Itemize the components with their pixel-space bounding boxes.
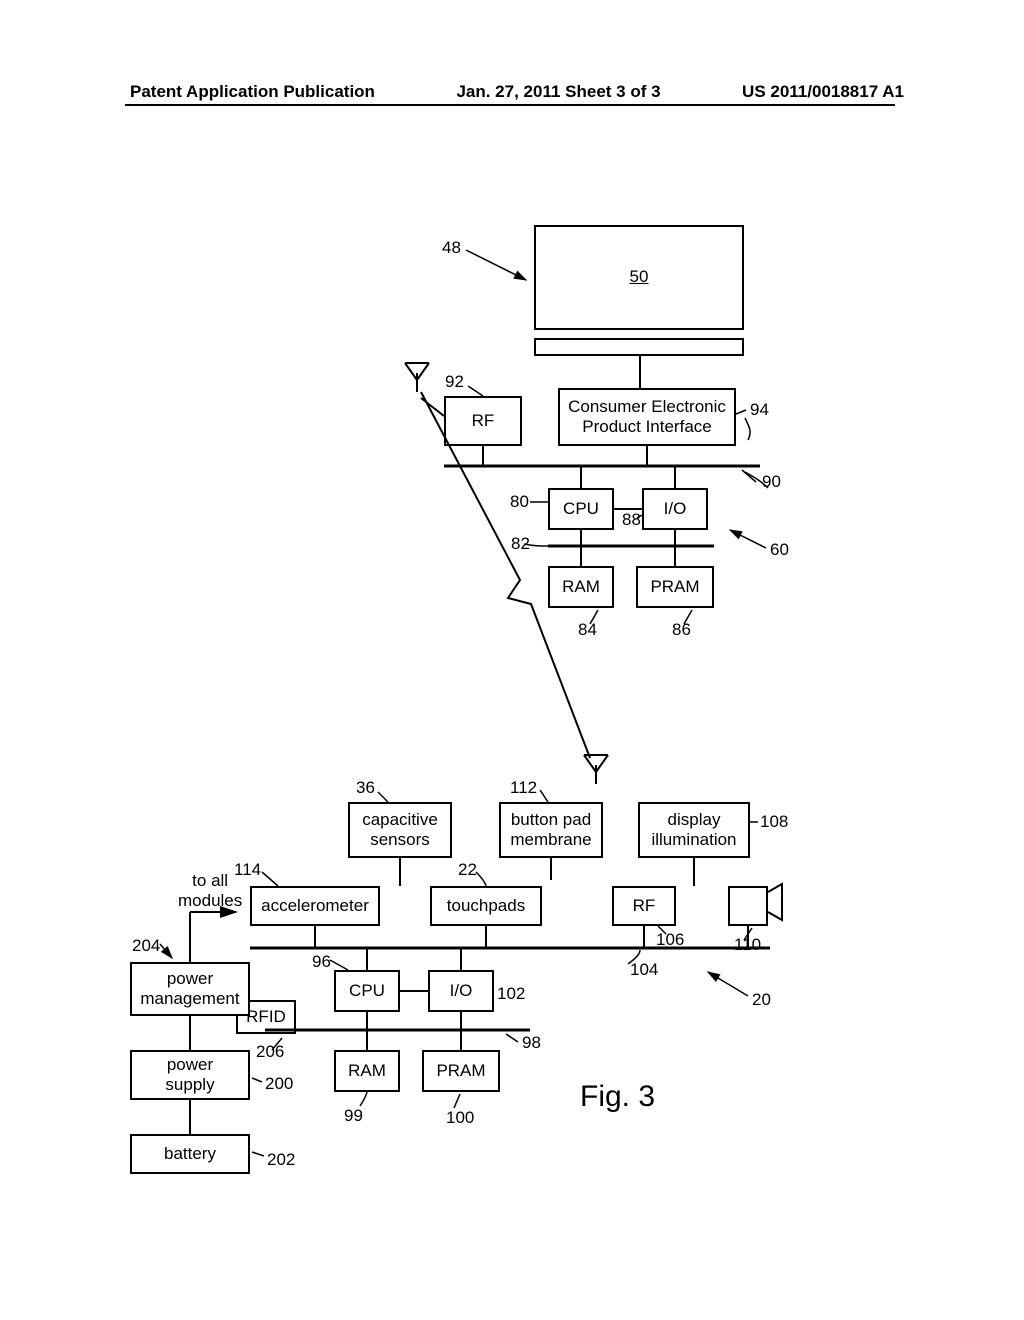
figure-label: Fig. 3 [580,1080,655,1114]
power-supply-label: power supply [165,1055,214,1096]
ram-upper-block: RAM [548,566,614,608]
speaker-icon [768,884,782,920]
ram-upper-label: RAM [562,577,600,597]
button-pad-membrane-block: button pad membrane [499,802,603,858]
io-upper-label: I/O [664,499,687,519]
ref-98: 98 [522,1033,541,1053]
pram-upper-label: PRAM [650,577,699,597]
ref-96: 96 [312,952,331,972]
ref-104: 104 [630,960,658,980]
ref-92: 92 [445,372,464,392]
ref-100: 100 [446,1108,474,1128]
cep-interface-block: Consumer Electronic Product Interface [558,388,736,446]
power-management-block: power management [130,962,250,1016]
ref-106: 106 [656,930,684,950]
display-slot [534,338,744,356]
ref-84: 84 [578,620,597,640]
cpu-upper-block: CPU [548,488,614,530]
rf-lower-block: RF [612,886,676,926]
cpu-upper-label: CPU [563,499,599,519]
io-upper-block: I/O [642,488,708,530]
pram-lower-label: PRAM [436,1061,485,1081]
header-right: US 2011/0018817 A1 [742,82,904,102]
ref-80: 80 [510,492,529,512]
ram-lower-label: RAM [348,1061,386,1081]
ref-86: 86 [672,620,691,640]
display-ref-50: 50 [630,267,649,287]
ram-lower-block: RAM [334,1050,400,1092]
ref-94: 94 [750,400,769,420]
pram-lower-block: PRAM [422,1050,500,1092]
ref-204: 204 [132,936,160,956]
battery-label: battery [164,1144,216,1164]
rfid-label: RFID [246,1007,286,1027]
battery-block: battery [130,1134,250,1174]
ref-108: 108 [760,812,788,832]
power-supply-block: power supply [130,1050,250,1100]
page-header: Patent Application Publication Jan. 27, … [0,82,1024,102]
power-management-label: power management [140,969,239,1010]
header-left: Patent Application Publication [130,82,375,102]
rf-upper-block: RF [444,396,522,446]
io-lower-label: I/O [450,981,473,1001]
touchpads-block: touchpads [430,886,542,926]
ref-102: 102 [497,984,525,1004]
capacitive-sensors-block: capacitive sensors [348,802,452,858]
ref-200: 200 [265,1074,293,1094]
rf-lower-label: RF [633,896,656,916]
page: Patent Application Publication Jan. 27, … [0,0,1024,1320]
pram-upper-block: PRAM [636,566,714,608]
display-illumination-label: display illumination [651,810,736,851]
cpu-lower-label: CPU [349,981,385,1001]
ref-60: 60 [770,540,789,560]
ref-88: 88 [622,510,641,530]
ref-36: 36 [356,778,375,798]
cpu-lower-block: CPU [334,970,400,1012]
antenna-lower-icon [584,755,608,784]
ref-82: 82 [511,534,530,554]
ref-22: 22 [458,860,477,880]
header-rule [125,104,895,106]
accelerometer-block: accelerometer [250,886,380,926]
ref-114: 114 [234,860,261,880]
display-box: 50 [534,225,744,330]
ref-112: 112 [510,778,537,798]
ref-48: 48 [442,238,461,258]
cep-interface-label: Consumer Electronic Product Interface [568,397,726,438]
ref-99: 99 [344,1106,363,1126]
ref-110: 110 [734,935,761,955]
connector-lines [0,0,1024,1320]
ref-90: 90 [762,472,781,492]
to-all-modules-label: to all modules [178,871,242,911]
capacitive-sensors-label: capacitive sensors [362,810,438,851]
accelerometer-label: accelerometer [261,896,369,916]
antenna-upper-icon [405,363,429,392]
button-pad-membrane-label: button pad membrane [510,810,591,851]
rf-upper-label: RF [472,411,495,431]
display-illumination-block: display illumination [638,802,750,858]
io-lower-block: I/O [428,970,494,1012]
header-center: Jan. 27, 2011 Sheet 3 of 3 [456,82,660,102]
ref-202: 202 [267,1150,295,1170]
speaker-block [728,886,768,926]
touchpads-label: touchpads [447,896,525,916]
ref-20: 20 [752,990,771,1010]
ref-206: 206 [256,1042,284,1062]
